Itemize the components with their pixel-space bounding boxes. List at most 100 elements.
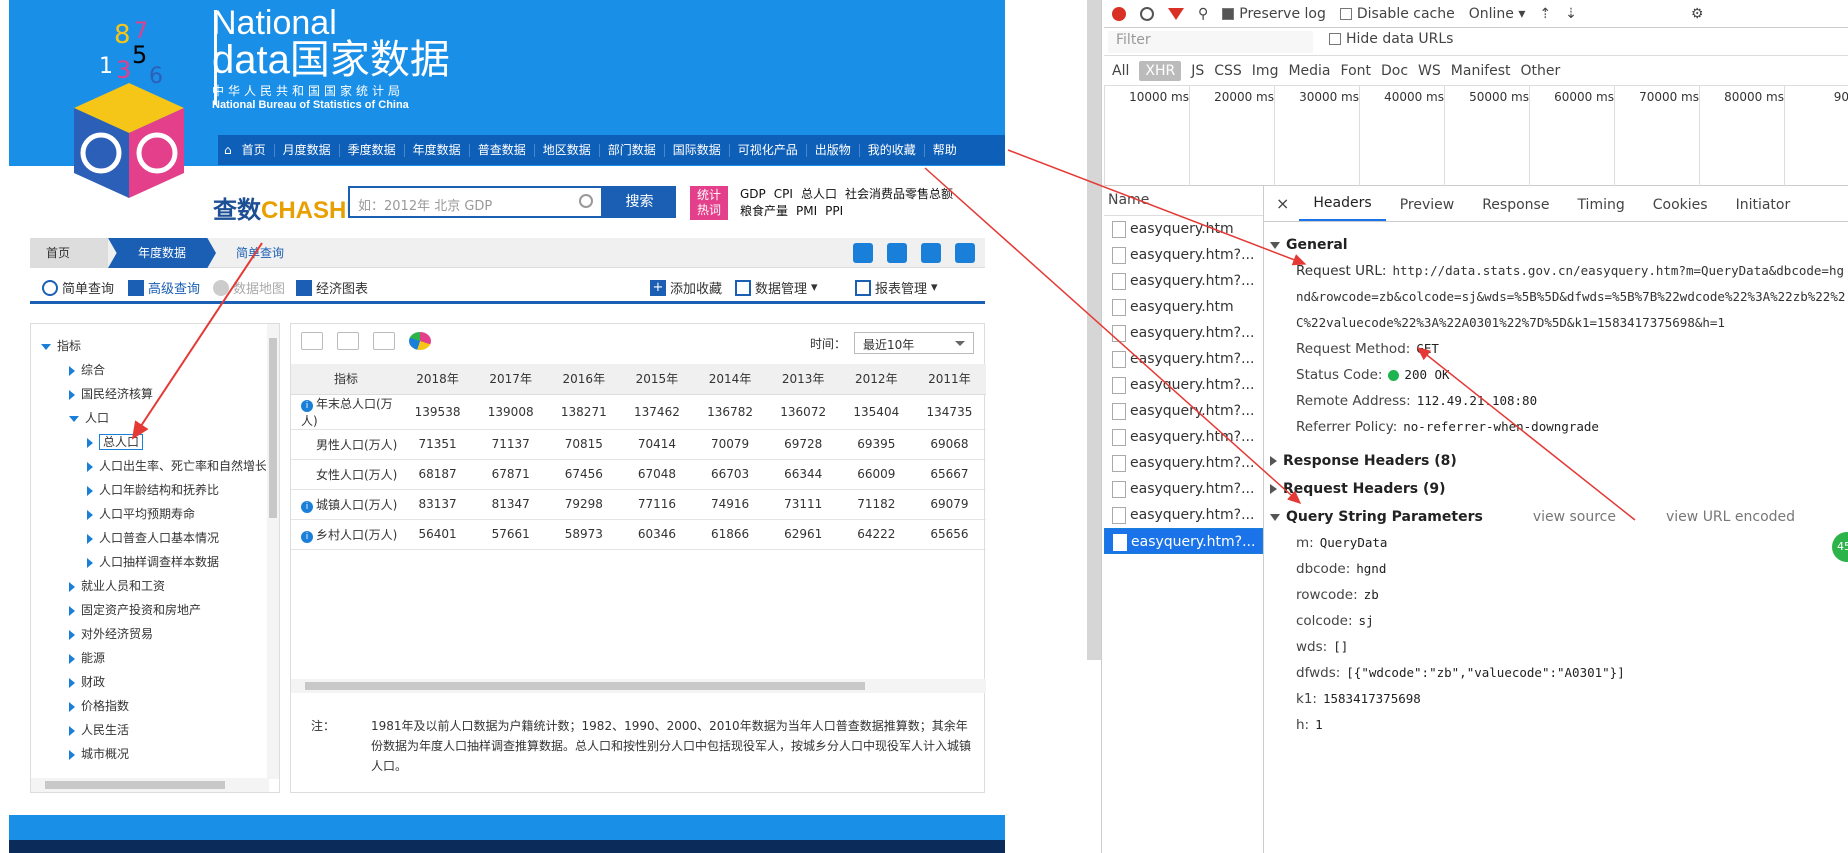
tree-horizontal-scrollbar[interactable] bbox=[31, 778, 269, 792]
type-filter-ws[interactable]: WS bbox=[1418, 63, 1441, 79]
nav-census[interactable]: 普查数据 bbox=[470, 143, 535, 157]
tree-node[interactable]: 人口出生率、死亡率和自然增长率 bbox=[41, 454, 266, 478]
expand-icon[interactable] bbox=[69, 677, 75, 688]
type-filter-all[interactable]: All bbox=[1112, 63, 1129, 79]
nav-international[interactable]: 国际数据 bbox=[665, 143, 730, 157]
tree-node[interactable]: 人口 bbox=[41, 406, 266, 430]
tree-node[interactable]: 就业人员和工资 bbox=[41, 574, 266, 598]
collapse-icon[interactable] bbox=[69, 415, 79, 422]
search-button[interactable]: 搜索 bbox=[603, 186, 676, 218]
tab-advanced-query[interactable]: 高级查询 bbox=[128, 278, 200, 297]
tab-headers[interactable]: Headers bbox=[1299, 195, 1386, 221]
type-filter-other[interactable]: Other bbox=[1521, 63, 1561, 79]
tree-node[interactable]: 指标 bbox=[41, 334, 266, 358]
tree-vertical-scrollbar[interactable] bbox=[267, 324, 279, 779]
info-icon[interactable]: i bbox=[301, 530, 313, 543]
column-header[interactable]: 2014年 bbox=[693, 364, 767, 395]
scrollbar-thumb[interactable] bbox=[305, 682, 865, 690]
throttle-select[interactable]: Online ▾ bbox=[1469, 6, 1526, 22]
tab-simple-query[interactable]: 简单查询 bbox=[42, 278, 114, 297]
search-icon[interactable]: ⚲ bbox=[1198, 6, 1208, 22]
bar-horizontal-icon[interactable] bbox=[373, 332, 395, 350]
hot-word[interactable]: 总人口 bbox=[801, 187, 837, 201]
request-row[interactable]: easyquery.htm bbox=[1104, 294, 1263, 320]
search-input[interactable]: 如：2012年 北京 GDP bbox=[348, 186, 603, 218]
general-section[interactable]: General bbox=[1264, 232, 1848, 258]
close-icon[interactable]: × bbox=[1272, 194, 1299, 221]
request-row[interactable]: easyquery.htm?... bbox=[1104, 372, 1263, 398]
pie-chart-icon[interactable] bbox=[409, 332, 431, 350]
name-column-header[interactable]: Name bbox=[1104, 186, 1263, 216]
breadcrumb-annual[interactable]: 年度数据 bbox=[108, 238, 216, 268]
column-header[interactable]: 2018年 bbox=[401, 364, 475, 395]
disable-cache-checkbox[interactable]: Disable cache bbox=[1339, 6, 1455, 22]
hot-word[interactable]: PPI bbox=[825, 204, 843, 218]
hot-word[interactable]: 社会消费品零售总额 bbox=[845, 187, 953, 201]
column-header[interactable]: 2017年 bbox=[474, 364, 548, 395]
filter-icon[interactable] bbox=[1168, 7, 1184, 20]
expand-icon[interactable] bbox=[87, 557, 93, 568]
download-icon[interactable] bbox=[853, 243, 873, 263]
scrollbar-thumb[interactable] bbox=[45, 781, 225, 789]
column-header[interactable]: 2011年 bbox=[912, 364, 986, 395]
info-icon[interactable]: i bbox=[301, 399, 313, 412]
info-icon[interactable]: i bbox=[301, 500, 313, 513]
upload-icon[interactable]: ⇡ bbox=[1539, 6, 1551, 22]
type-filter-media[interactable]: Media bbox=[1288, 63, 1330, 79]
table-horizontal-scrollbar[interactable] bbox=[291, 679, 986, 693]
expand-icon[interactable] bbox=[87, 485, 93, 496]
expand-icon[interactable] bbox=[69, 365, 75, 376]
query-string-section[interactable]: Query String Parameters view source view U… bbox=[1264, 504, 1848, 530]
browser-scrollbar[interactable] bbox=[1087, 0, 1101, 660]
hot-word[interactable]: CPI bbox=[774, 187, 793, 201]
tab-response[interactable]: Response bbox=[1468, 197, 1563, 221]
type-filter-font[interactable]: Font bbox=[1341, 63, 1371, 79]
request-row[interactable]: easyquery.htm?... bbox=[1104, 450, 1263, 476]
time-select[interactable]: 最近10年 bbox=[854, 332, 974, 354]
hide-data-urls-checkbox[interactable]: Hide data URLs bbox=[1329, 31, 1453, 47]
request-row[interactable]: easyquery.htm?... bbox=[1104, 268, 1263, 294]
type-filter-img[interactable]: Img bbox=[1252, 63, 1279, 79]
tab-data-map[interactable]: 数据地图 bbox=[213, 278, 285, 297]
request-row[interactable]: easyquery.htm?... bbox=[1104, 242, 1263, 268]
copy-icon[interactable] bbox=[887, 243, 907, 263]
expand-icon[interactable] bbox=[69, 725, 75, 736]
request-row[interactable]: easyquery.htm?... bbox=[1104, 476, 1263, 502]
view-source-link[interactable]: view source bbox=[1533, 509, 1616, 525]
hot-word[interactable]: 粮食产量 bbox=[740, 204, 788, 218]
tree-node[interactable]: 人口普查人口基本情况 bbox=[41, 526, 266, 550]
print-icon[interactable] bbox=[921, 243, 941, 263]
type-filter-css[interactable]: CSS bbox=[1214, 63, 1242, 79]
add-favorite-button[interactable]: + 添加收藏 bbox=[650, 278, 722, 297]
type-filter-xhr[interactable]: XHR bbox=[1139, 60, 1182, 81]
nav-publications[interactable]: 出版物 bbox=[807, 143, 860, 157]
expand-icon[interactable] bbox=[87, 461, 93, 472]
share-icon[interactable] bbox=[955, 243, 975, 263]
scrollbar-thumb[interactable] bbox=[269, 338, 277, 518]
record-icon[interactable] bbox=[1112, 6, 1126, 21]
tree-node[interactable]: 总人口 bbox=[41, 430, 266, 454]
tab-cookies[interactable]: Cookies bbox=[1639, 197, 1722, 221]
nav-home[interactable]: 首页 bbox=[234, 143, 275, 157]
column-header[interactable]: 指标 bbox=[291, 364, 401, 395]
nav-visualization[interactable]: 可视化产品 bbox=[730, 143, 807, 157]
breadcrumb-home[interactable]: 首页 bbox=[30, 238, 108, 268]
tab-preview[interactable]: Preview bbox=[1386, 197, 1469, 221]
nav-favorites[interactable]: 我的收藏 bbox=[860, 143, 925, 157]
tree-node[interactable]: 人口年龄结构和抚养比 bbox=[41, 478, 266, 502]
expand-icon[interactable] bbox=[69, 581, 75, 592]
request-row[interactable]: easyquery.htm?... bbox=[1104, 398, 1263, 424]
collapse-icon[interactable] bbox=[41, 343, 51, 350]
request-row[interactable]: easyquery.htm?... bbox=[1104, 502, 1263, 528]
type-filter-doc[interactable]: Doc bbox=[1381, 63, 1408, 79]
hot-word[interactable]: PMI bbox=[796, 204, 817, 218]
tree-node[interactable]: 综合 bbox=[41, 358, 266, 382]
download-icon[interactable]: ⇣ bbox=[1565, 6, 1577, 22]
column-header[interactable]: 2015年 bbox=[620, 364, 694, 395]
filter-input[interactable]: Filter bbox=[1108, 31, 1313, 53]
preserve-log-checkbox[interactable]: Preserve log bbox=[1222, 6, 1326, 22]
nav-quarterly[interactable]: 季度数据 bbox=[340, 143, 405, 157]
tree-node[interactable]: 人口抽样调查样本数据 bbox=[41, 550, 266, 574]
expand-icon[interactable] bbox=[87, 509, 93, 520]
request-row[interactable]: easyquery.htm?... bbox=[1104, 528, 1263, 554]
